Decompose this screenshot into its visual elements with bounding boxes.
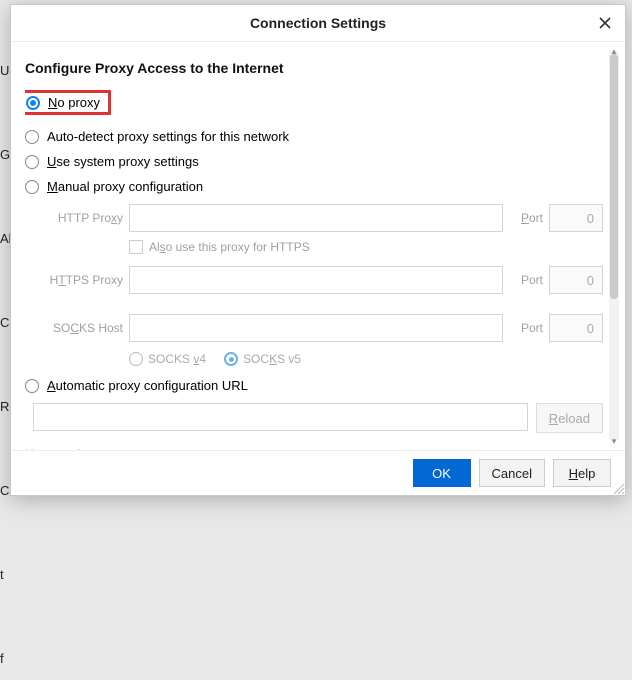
reload-button[interactable]: Reload — [536, 403, 603, 433]
radio-icon — [26, 96, 40, 110]
socks-v5-option[interactable]: SOCKS v5 — [224, 352, 301, 366]
also-https-label: Also use this proxy for HTTPS — [149, 240, 310, 254]
socks-version-row: SOCKS v4 SOCKS v5 — [129, 352, 603, 366]
close-icon — [598, 16, 612, 30]
radio-icon — [224, 352, 238, 366]
connection-settings-dialog: Connection Settings Configure Proxy Acce… — [10, 4, 626, 496]
dialog-footer: OK Cancel Help — [11, 450, 625, 495]
no-proxy-label: No proxy — [48, 95, 100, 110]
scroll-content: Configure Proxy Access to the Internet N… — [25, 42, 603, 450]
socks-host-label: SOCKS Host — [33, 321, 123, 335]
scroll-down-icon: ▾ — [609, 436, 619, 446]
https-port-label: Port — [509, 273, 543, 287]
socks-host-input[interactable] — [129, 314, 503, 342]
no-proxy-for-label: No proxy for — [25, 447, 90, 450]
socks-v4-option[interactable]: SOCKS v4 — [129, 352, 206, 366]
https-port-input[interactable] — [549, 266, 603, 294]
http-port-label: Port — [509, 211, 543, 225]
also-https-row[interactable]: Also use this proxy for HTTPS — [129, 240, 603, 254]
auto-url-option[interactable]: Automatic proxy configuration URL — [25, 378, 603, 393]
socks-port-input[interactable] — [549, 314, 603, 342]
http-proxy-input[interactable] — [129, 204, 503, 232]
auto-url-input[interactable] — [33, 403, 528, 431]
manual-proxy-label: Manual proxy configuration — [47, 179, 203, 194]
https-proxy-input[interactable] — [129, 266, 503, 294]
radio-icon — [25, 379, 39, 393]
dialog-title: Connection Settings — [11, 5, 625, 42]
auto-url-row: Reload — [33, 403, 603, 433]
https-proxy-label: HTTPS Proxy — [33, 273, 123, 287]
http-proxy-label: HTTP Proxy — [33, 211, 123, 225]
ok-button[interactable]: OK — [413, 459, 471, 487]
help-button[interactable]: Help — [553, 459, 611, 487]
autodetect-label: Auto-detect proxy settings for this netw… — [47, 129, 289, 144]
http-port-input[interactable] — [549, 204, 603, 232]
dialog-title-text: Connection Settings — [250, 15, 386, 31]
proxy-fields: HTTP Proxy Port Also use this proxy for … — [33, 204, 603, 366]
autodetect-option[interactable]: Auto-detect proxy settings for this netw… — [25, 129, 603, 144]
auto-url-label: Automatic proxy configuration URL — [47, 378, 248, 393]
dialog-body: Configure Proxy Access to the Internet N… — [11, 42, 625, 450]
scrollbar-thumb[interactable] — [610, 54, 618, 299]
cancel-button[interactable]: Cancel — [479, 459, 545, 487]
close-button[interactable] — [595, 13, 615, 33]
radio-icon — [129, 352, 143, 366]
resize-grip-icon[interactable] — [611, 481, 625, 495]
system-proxy-label: Use system proxy settings — [47, 154, 199, 169]
scrollbar[interactable]: ▴ ▾ — [609, 50, 619, 442]
system-proxy-option[interactable]: Use system proxy settings — [25, 154, 603, 169]
socks-port-label: Port — [509, 321, 543, 335]
radio-icon — [25, 130, 39, 144]
no-proxy-option[interactable]: No proxy — [25, 90, 111, 115]
section-heading: Configure Proxy Access to the Internet — [25, 60, 603, 76]
radio-icon — [25, 180, 39, 194]
manual-proxy-option[interactable]: Manual proxy configuration — [25, 179, 603, 194]
radio-icon — [25, 155, 39, 169]
checkbox-icon — [129, 240, 143, 254]
